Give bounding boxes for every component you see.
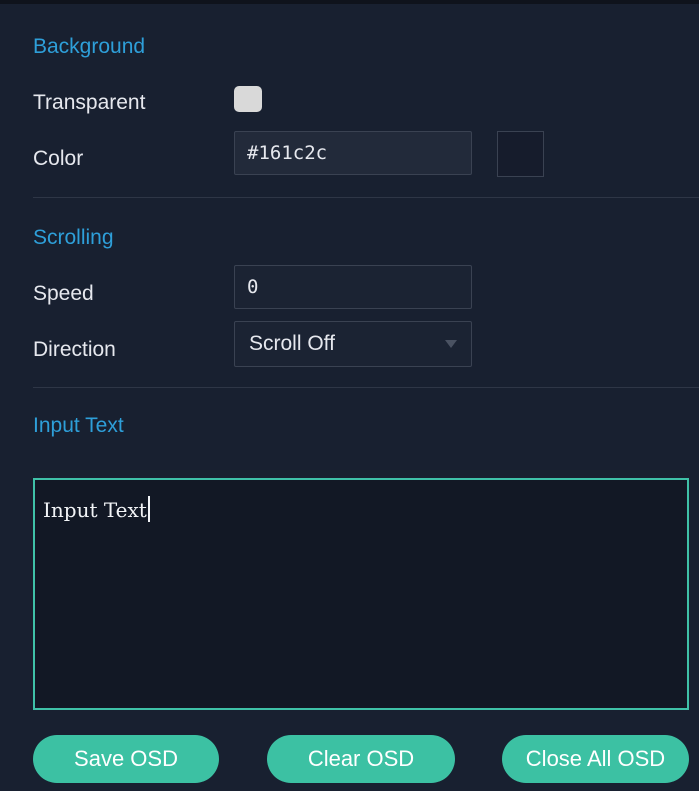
speed-label: Speed [33,282,94,305]
section-divider [33,387,699,388]
color-label: Color [33,147,84,170]
text-caret [147,496,150,522]
transparent-checkbox[interactable] [234,86,262,112]
chevron-down-icon [445,340,457,348]
color-swatch[interactable] [497,131,544,177]
save-osd-button[interactable]: Save OSD [33,735,219,783]
direction-label: Direction [33,338,116,361]
input-text-value: Input Text [43,498,147,522]
transparent-label: Transparent [33,91,146,114]
osd-settings-panel: Background Transparent Color #161c2c Scr… [0,0,699,791]
direction-select[interactable]: Scroll Off [234,321,472,367]
section-divider [33,197,699,198]
input-text-area[interactable]: Input Text [33,478,689,710]
direction-select-value: Scroll Off [249,332,335,355]
clear-osd-button[interactable]: Clear OSD [267,735,455,783]
background-section-title: Background [33,35,146,58]
speed-input[interactable]: 0 [234,265,472,309]
top-border [0,0,699,4]
close-all-osd-button[interactable]: Close All OSD [502,735,689,783]
input-text-section-title: Input Text [33,414,124,437]
color-hex-input[interactable]: #161c2c [234,131,472,175]
scrolling-section-title: Scrolling [33,226,114,249]
